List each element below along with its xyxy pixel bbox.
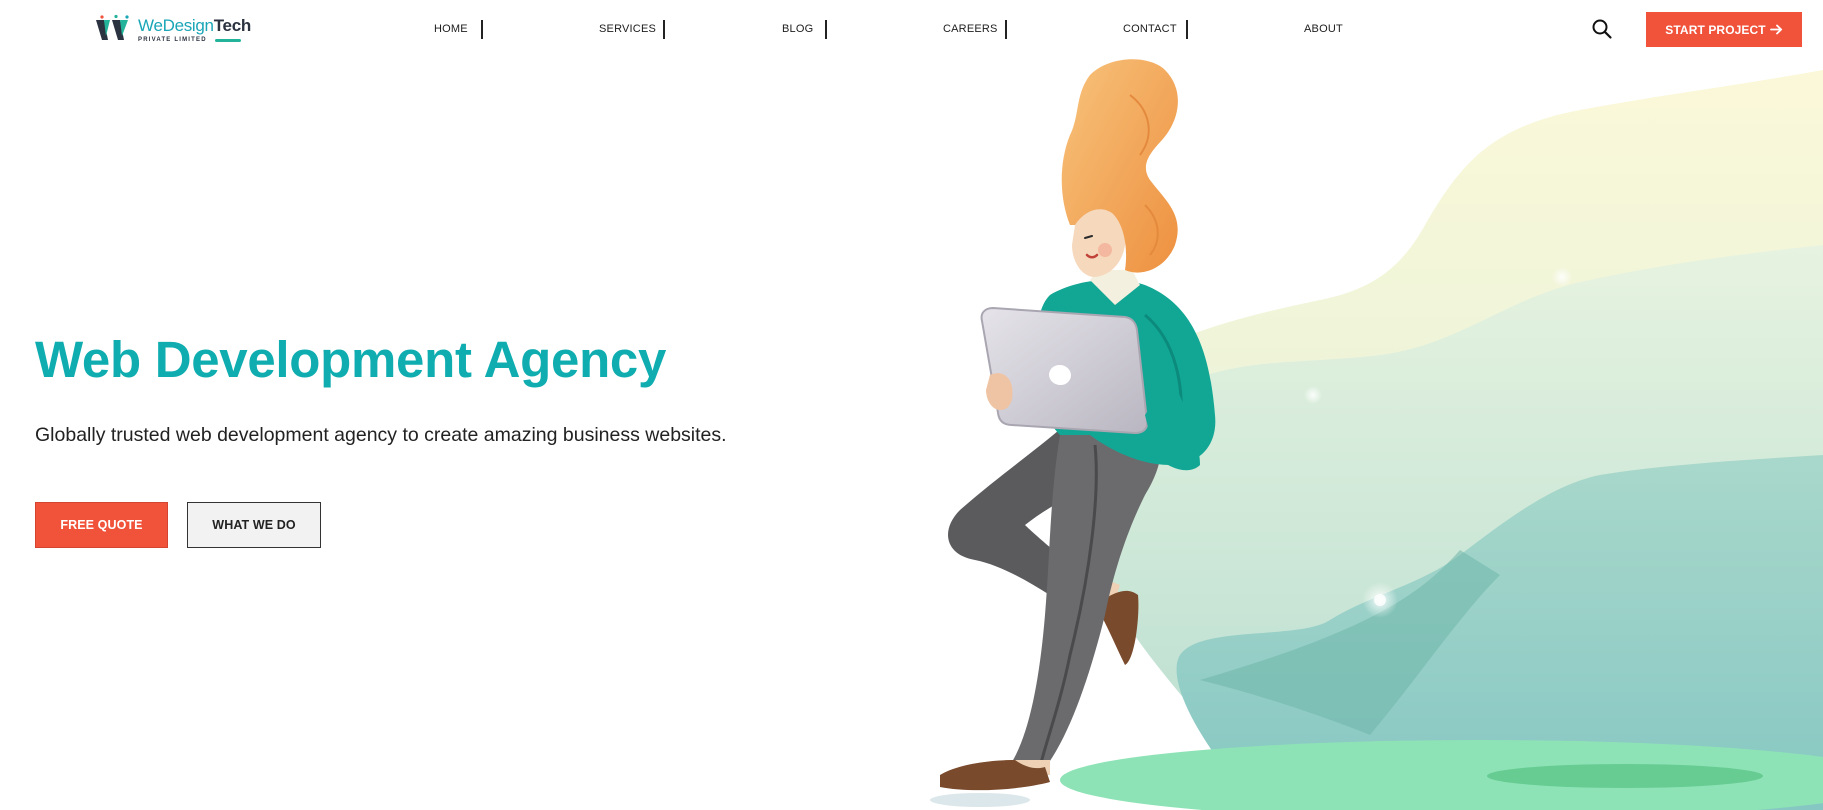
nav-services[interactable]: SERVICES: [599, 18, 656, 40]
start-project-label: START PROJECT: [1665, 22, 1766, 37]
search-icon[interactable]: [1591, 18, 1613, 40]
brand-tagline: PRIVATE LIMITED: [138, 37, 251, 43]
nav-about[interactable]: ABOUT: [1304, 18, 1343, 40]
wdt-logo-icon: [96, 14, 129, 40]
nav-blog[interactable]: BLOG: [782, 18, 813, 40]
brand-name-bold: Tech: [213, 16, 252, 35]
nav-divider: [825, 20, 827, 39]
brand-name-light: WeDesign: [138, 16, 214, 35]
brand-name: WeDesignTech: [138, 17, 251, 34]
logo[interactable]: WeDesignTech PRIVATE LIMITED: [94, 14, 251, 46]
nav-home[interactable]: HOME: [434, 18, 468, 40]
what-we-do-button[interactable]: WHAT WE DO: [187, 502, 321, 548]
site-header: WeDesignTech PRIVATE LIMITED HOME SERVIC…: [0, 0, 1823, 62]
nav-divider: [1186, 20, 1188, 39]
start-project-button[interactable]: START PROJECT: [1646, 12, 1802, 47]
arrow-right-icon: [1769, 24, 1782, 35]
nav-divider: [1005, 20, 1007, 39]
free-quote-button[interactable]: FREE QUOTE: [35, 502, 168, 548]
hero-subtitle: Globally trusted web development agency …: [35, 424, 727, 446]
hero-title: Web Development Agency: [35, 331, 667, 388]
page: WeDesignTech PRIVATE LIMITED HOME SERVIC…: [0, 0, 1823, 810]
nav-divider: [663, 20, 665, 39]
woman-with-laptop-illustration: [930, 59, 1823, 810]
logo-text: WeDesignTech PRIVATE LIMITED: [138, 17, 251, 43]
nav-careers[interactable]: CAREERS: [943, 18, 998, 40]
nav-contact[interactable]: CONTACT: [1123, 18, 1177, 40]
nav-divider: [481, 20, 483, 39]
